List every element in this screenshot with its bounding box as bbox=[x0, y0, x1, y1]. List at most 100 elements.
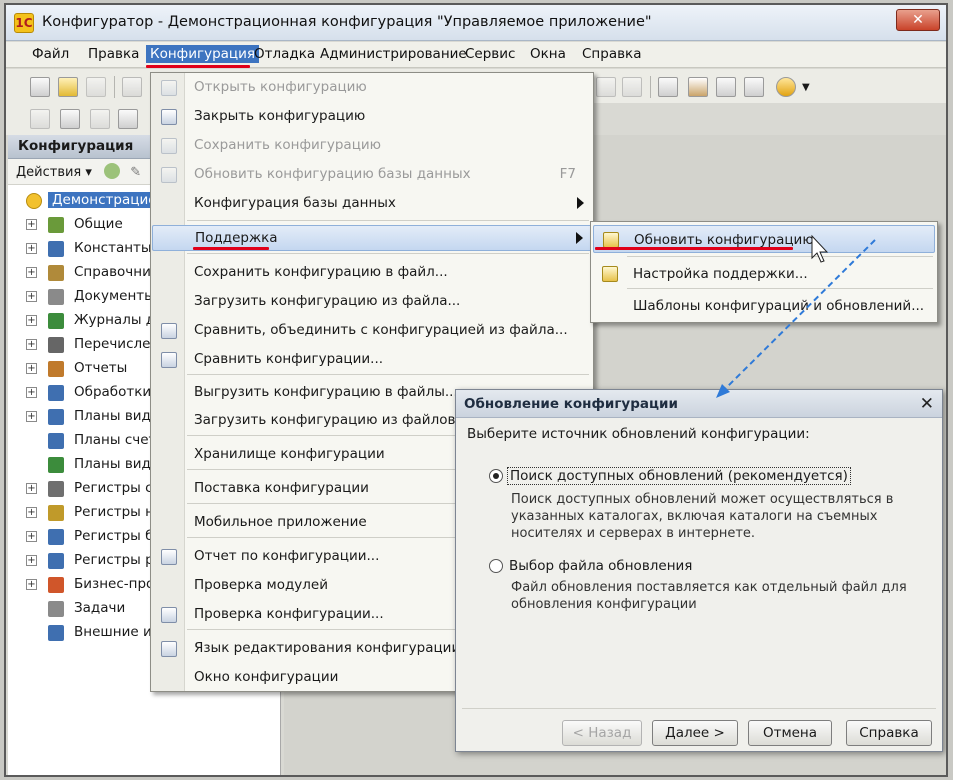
submenu-item[interactable]: Шаблоны конфигураций и обновлений... bbox=[593, 292, 935, 320]
expand-icon[interactable]: + bbox=[26, 507, 37, 518]
config-root-icon bbox=[26, 193, 42, 209]
processing-icon bbox=[48, 385, 64, 401]
menu-administration[interactable]: Администрирование bbox=[320, 46, 467, 62]
menu-help[interactable]: Справка bbox=[582, 46, 641, 62]
menu-edit[interactable]: Правка bbox=[88, 46, 139, 62]
menu-separator bbox=[187, 253, 589, 254]
redo-icon[interactable] bbox=[622, 77, 642, 97]
menu-item-label: Окно конфигурации bbox=[194, 669, 339, 685]
expand-icon[interactable]: + bbox=[26, 483, 37, 494]
expand-icon[interactable]: + bbox=[26, 315, 37, 326]
open-folder-icon[interactable] bbox=[58, 77, 78, 97]
radio-search-updates[interactable] bbox=[489, 469, 503, 483]
expand-icon[interactable]: + bbox=[26, 387, 37, 398]
tree-view-icon[interactable] bbox=[60, 109, 80, 129]
expand-icon[interactable]: + bbox=[26, 339, 37, 350]
menu-item-label: Открыть конфигурацию bbox=[194, 79, 367, 95]
abc-icon bbox=[161, 641, 177, 657]
expand-icon[interactable]: + bbox=[26, 579, 37, 590]
db-icon[interactable] bbox=[90, 109, 110, 129]
menu-item[interactable]: Открыть конфигурацию bbox=[152, 75, 592, 101]
expand-icon[interactable]: + bbox=[26, 219, 37, 230]
new-file-icon[interactable] bbox=[30, 77, 50, 97]
tree-item-label: Справочник bbox=[74, 264, 160, 280]
menu-separator bbox=[187, 374, 589, 375]
submenu-item-label: Шаблоны конфигураций и обновлений... bbox=[633, 298, 925, 314]
tree-item-label: Перечислен bbox=[74, 336, 160, 352]
expand-icon[interactable]: + bbox=[26, 267, 37, 278]
cancel-button[interactable]: Отмена bbox=[748, 720, 832, 746]
menu-debug[interactable]: Отладка bbox=[254, 46, 315, 62]
dialog-close-icon[interactable]: ✕ bbox=[920, 394, 934, 414]
update-db-icon bbox=[161, 167, 177, 183]
option-search-updates-label[interactable]: Поиск доступных обновлений (рекомендуетс… bbox=[507, 467, 851, 485]
edit-icon[interactable] bbox=[744, 77, 764, 97]
enums-icon bbox=[48, 337, 64, 353]
menu-item-label: Мобильное приложение bbox=[194, 514, 367, 530]
save-icon[interactable] bbox=[86, 77, 106, 97]
menu-item-label: Закрыть конфигурацию bbox=[194, 108, 366, 124]
radio-select-file[interactable] bbox=[489, 559, 503, 573]
properties-icon[interactable] bbox=[30, 109, 50, 129]
expand-icon[interactable]: + bbox=[26, 363, 37, 374]
menu-item-label: Загрузить конфигурацию из файлов... bbox=[194, 412, 469, 428]
actions-dropdown[interactable]: Действия ▾ bbox=[16, 165, 92, 180]
expand-icon[interactable]: + bbox=[26, 243, 37, 254]
menu-shortcut: F7 bbox=[559, 166, 576, 182]
reports-icon bbox=[48, 361, 64, 377]
menu-item-label: Сравнить конфигурации... bbox=[194, 351, 384, 367]
menu-item[interactable]: Обновить конфигурацию базы данных F7 bbox=[152, 162, 592, 188]
menu-item[interactable]: Закрыть конфигурацию bbox=[152, 104, 592, 130]
tree-item-label: Документы bbox=[74, 288, 155, 304]
menu-item-label: Сохранить конфигурацию bbox=[194, 137, 382, 153]
app-logo-icon: 1С bbox=[14, 13, 34, 33]
menu-item[interactable]: Сохранить конфигурацию bbox=[152, 133, 592, 159]
menu-service[interactable]: Сервис bbox=[465, 46, 515, 62]
toolbar-separator bbox=[650, 76, 651, 98]
submenu-item[interactable]: Настройка поддержки... bbox=[593, 260, 935, 288]
info-icon[interactable] bbox=[776, 77, 796, 97]
menu-item[interactable]: Сохранить конфигурацию в файл... bbox=[152, 260, 592, 286]
tree-item-label: Отчеты bbox=[74, 360, 128, 376]
menu-item-label: Проверка модулей bbox=[194, 577, 329, 593]
configurator-window: 1С Конфигуратор - Демонстрационная конфи… bbox=[4, 3, 948, 777]
menu-item-label: Хранилище конфигурации bbox=[194, 446, 385, 462]
menu-item[interactable]: Сравнить конфигурации... bbox=[152, 347, 592, 373]
accumulation-registers-icon bbox=[48, 505, 64, 521]
tree-item-label: Регистры св bbox=[74, 480, 161, 496]
add-icon[interactable] bbox=[104, 163, 121, 179]
back-button[interactable]: < Назад bbox=[562, 720, 642, 746]
window-list-icon[interactable] bbox=[658, 77, 678, 97]
menu-item[interactable]: Конфигурация базы данных bbox=[152, 191, 592, 217]
menu-configuration[interactable]: Конфигурация bbox=[146, 45, 259, 63]
report-icon bbox=[161, 549, 177, 565]
expand-icon[interactable]: + bbox=[26, 291, 37, 302]
table-icon[interactable] bbox=[118, 109, 138, 129]
tree-item-label: Внешние ис bbox=[74, 624, 160, 640]
toolbar-overflow-chevron-icon[interactable]: ▼ bbox=[802, 82, 810, 93]
undo-icon[interactable] bbox=[596, 77, 616, 97]
catalog-icon bbox=[48, 265, 64, 281]
menu-item[interactable]: Загрузить конфигурацию из файла... bbox=[152, 289, 592, 315]
expand-icon[interactable]: + bbox=[26, 531, 37, 542]
expand-icon[interactable]: + bbox=[26, 411, 37, 422]
menu-windows[interactable]: Окна bbox=[530, 46, 566, 62]
dialog-title-bar: Обновление конфигурации ✕ bbox=[456, 390, 942, 418]
option-select-file-label[interactable]: Выбор файла обновления bbox=[509, 558, 692, 574]
menu-item-label: Язык редактирования конфигурации... bbox=[194, 640, 474, 656]
calculation-registers-icon bbox=[48, 553, 64, 569]
search-icon[interactable] bbox=[716, 77, 736, 97]
menu-item[interactable]: Сравнить, объединить с конфигурацией из … bbox=[152, 318, 592, 344]
tree-item-label: Регистры на bbox=[74, 504, 163, 520]
expand-icon[interactable]: + bbox=[26, 555, 37, 566]
window-close-button[interactable]: ✕ bbox=[896, 9, 940, 31]
cut-icon[interactable] bbox=[122, 77, 142, 97]
pencil-icon[interactable]: ✎ bbox=[130, 165, 142, 181]
tree-item-label: Обработки bbox=[74, 384, 152, 400]
next-button[interactable]: Далее > bbox=[652, 720, 738, 746]
menu-item-label: Поставка конфигурации bbox=[194, 480, 369, 496]
help-button[interactable]: Справка bbox=[846, 720, 932, 746]
syntax-helper-icon[interactable] bbox=[688, 77, 708, 97]
info-registers-icon bbox=[48, 481, 64, 497]
menu-file[interactable]: Файл bbox=[32, 46, 69, 62]
